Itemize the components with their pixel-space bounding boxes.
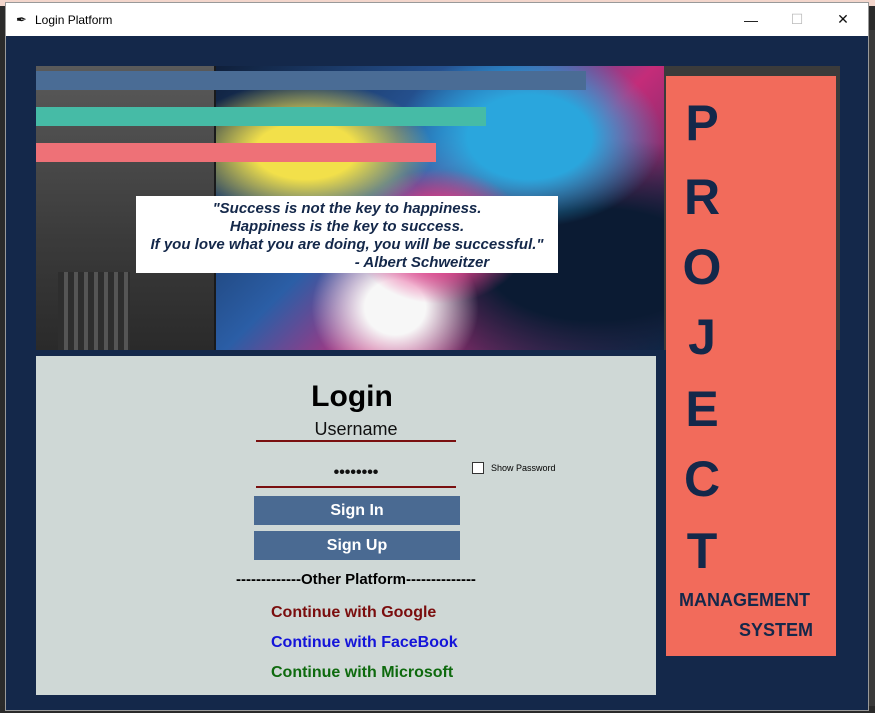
desktop-background-right <box>868 30 875 713</box>
show-password-label: Show Password <box>491 463 556 473</box>
password-input[interactable] <box>256 460 456 488</box>
username-input[interactable] <box>256 418 456 442</box>
decor-bar-blue <box>36 71 586 90</box>
quote-line: "Success is not the key to happiness. <box>212 200 482 217</box>
banner-letter: O <box>682 239 722 295</box>
show-password-toggle[interactable]: Show Password <box>472 462 556 474</box>
minimize-button[interactable]: — <box>728 3 774 36</box>
decor-bar-pink <box>36 143 436 162</box>
decor-bar-teal <box>36 107 486 126</box>
banner-letter: E <box>685 381 719 437</box>
continue-with-google-link[interactable]: Continue with Google <box>271 604 436 622</box>
banner-subtitle-system: SYSTEM <box>739 620 814 640</box>
show-password-checkbox[interactable] <box>472 462 484 474</box>
banner-letter: J <box>688 309 716 365</box>
feather-icon: ✒ <box>16 12 27 27</box>
radiator-image <box>58 272 130 350</box>
quote-box: "Success is not the key to happiness. Ha… <box>136 196 558 273</box>
project-banner: P R O J E C T MANAGEMENT SYSTEM <box>666 76 836 656</box>
header-picture: "Success is not the key to happiness. Ha… <box>36 66 664 350</box>
title-bar[interactable]: ✒ Login Platform — ☐ ✕ <box>6 3 868 36</box>
quote-line: Happiness is the key to success. <box>229 218 465 235</box>
banner-letter: T <box>686 523 718 579</box>
maximize-button[interactable]: ☐ <box>774 3 820 36</box>
banner-subtitle-management: MANAGEMENT <box>679 590 810 610</box>
sign-in-button[interactable]: Sign In <box>254 496 460 525</box>
banner-letter: R <box>683 169 721 225</box>
login-panel: Login Show Password Sign In Sign Up ----… <box>36 356 656 695</box>
quote-author: - Albert Schweitzer <box>354 254 490 271</box>
banner-letter: P <box>685 95 719 151</box>
other-platform-divider: -------------Other Platform-------------… <box>236 571 476 588</box>
continue-with-microsoft-link[interactable]: Continue with Microsoft <box>271 664 453 682</box>
sign-up-button[interactable]: Sign Up <box>254 531 460 560</box>
continue-with-facebook-link[interactable]: Continue with FaceBook <box>271 634 458 652</box>
quote-line: If you love what you are doing, you will… <box>150 236 544 253</box>
close-button[interactable]: ✕ <box>820 3 866 36</box>
login-title: Login <box>311 380 393 413</box>
banner-letter: C <box>683 451 721 507</box>
window-title: Login Platform <box>35 13 113 27</box>
login-window: ✒ Login Platform — ☐ ✕ "Success is not t… <box>6 3 868 710</box>
